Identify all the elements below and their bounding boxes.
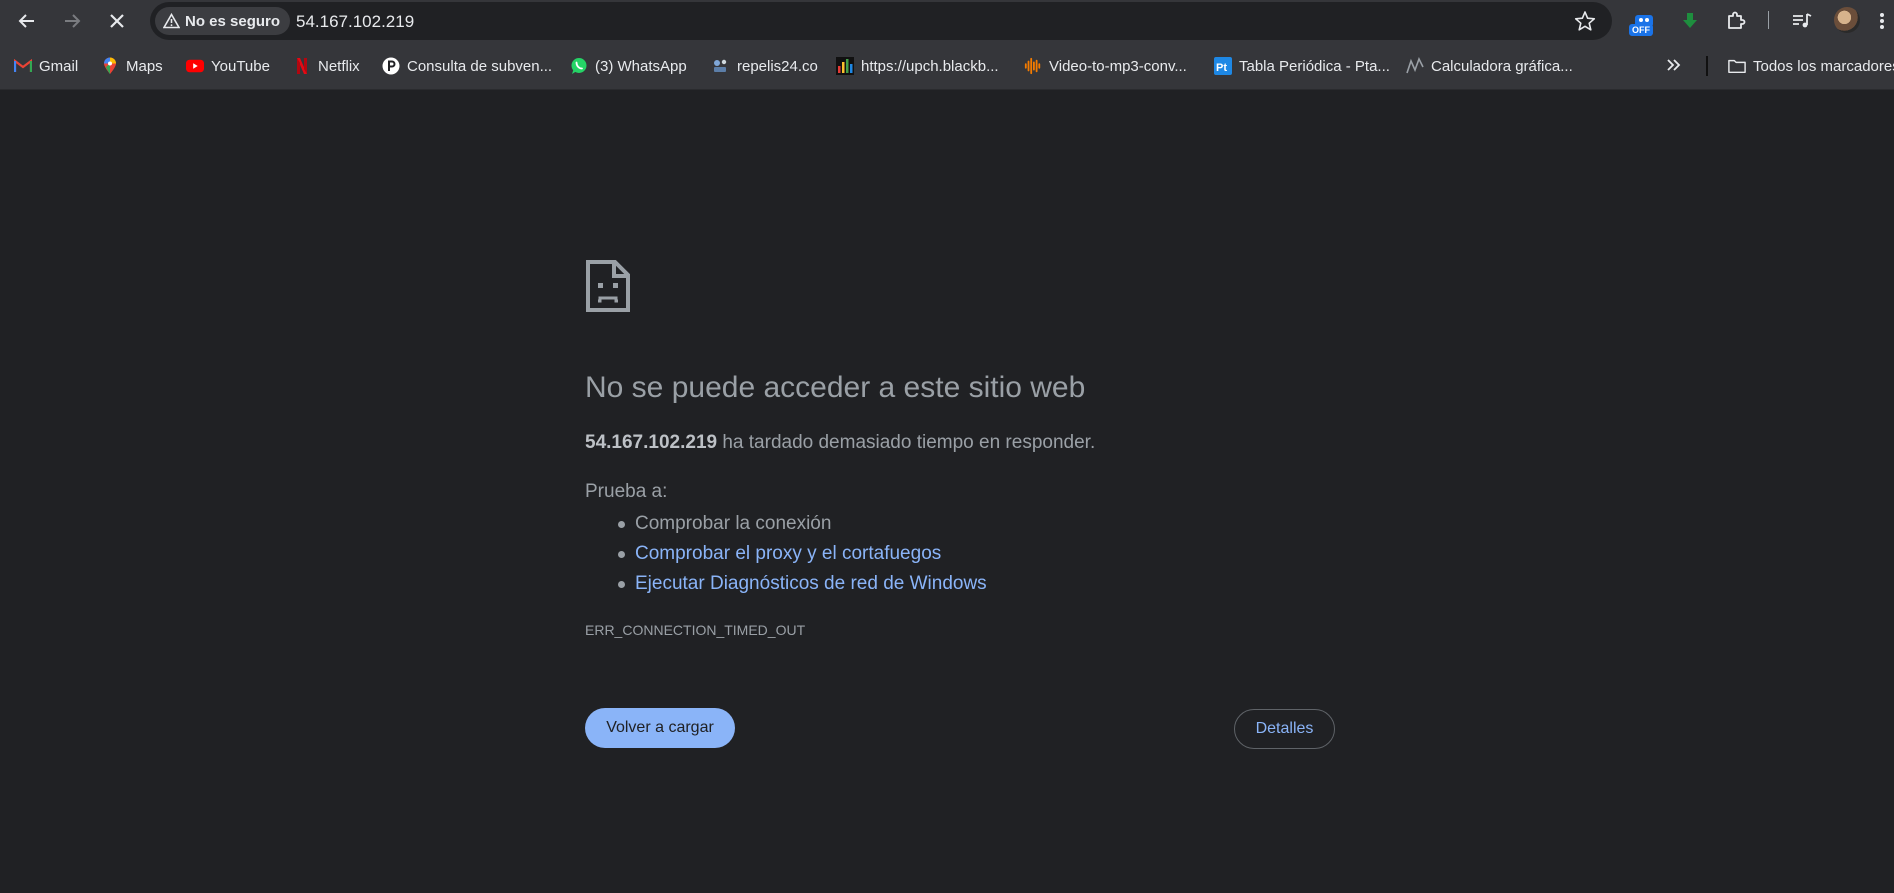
bookmarks-bar: Gmail Maps YouTube Netflix Consulta de s…: [0, 42, 1894, 90]
security-chip[interactable]: No es seguro: [155, 7, 291, 35]
error-summary: 54.167.102.219 ha tardado demasiado tiem…: [585, 432, 1095, 454]
bookmark-label: Consulta de subven...: [407, 57, 553, 75]
bookmark-video-to-mp3[interactable]: Video-to-mp3-conv...: [1024, 54, 1187, 78]
profile-avatar[interactable]: [1834, 7, 1860, 33]
toolbar-divider: [1768, 11, 1769, 29]
bookmark-consulta[interactable]: Consulta de subven...: [382, 54, 552, 78]
maps-icon: [101, 57, 119, 75]
details-button[interactable]: Detalles: [1234, 709, 1335, 749]
error-code: ERR_CONNECTION_TIMED_OUT: [585, 622, 806, 638]
bookmark-calculadora[interactable]: Calculadora gráfica...: [1406, 54, 1573, 78]
extensions-button[interactable]: [1721, 6, 1751, 36]
warning-triangle-icon: [163, 13, 180, 29]
bookmark-whatsapp[interactable]: (3) WhatsApp: [570, 54, 687, 78]
error-summary-text: ha tardado demasiado tiempo en responder…: [717, 432, 1096, 453]
reload-button[interactable]: Volver a cargar: [585, 708, 735, 748]
bookmark-blackboard[interactable]: https://upch.blackb...: [836, 54, 999, 78]
bookmark-label: (3) WhatsApp: [595, 57, 687, 75]
bookmark-gmail[interactable]: Gmail: [14, 54, 78, 78]
menu-button[interactable]: [1872, 6, 1892, 36]
bookmark-label: Video-to-mp3-conv...: [1049, 57, 1187, 75]
extension-off-button[interactable]: OFF: [1629, 6, 1659, 36]
p-circle-icon: [382, 57, 400, 75]
double-chevron-right-icon: [1667, 59, 1681, 71]
youtube-icon: [186, 57, 204, 75]
bookmark-repelis[interactable]: repelis24.co: [712, 54, 818, 78]
download-arrow-icon: [1683, 13, 1697, 28]
download-extension-button[interactable]: [1675, 6, 1705, 36]
bookmark-star-button[interactable]: [1572, 8, 1598, 34]
suggestion-network-diagnostics-link[interactable]: Ejecutar Diagnósticos de red de Windows: [618, 569, 987, 599]
bookmark-label: Maps: [126, 57, 163, 75]
bookmark-label: YouTube: [211, 57, 270, 75]
url-text[interactable]: 54.167.102.219: [296, 12, 414, 32]
suggestion-check-connection: Comprobar la conexión: [618, 509, 987, 539]
bookmark-label: https://upch.blackb...: [861, 57, 999, 75]
error-title: No se puede acceder a este sitio web: [585, 371, 1086, 404]
netflix-icon: [293, 57, 311, 75]
all-bookmarks-folder[interactable]: Todos los marcadores: [1728, 54, 1894, 78]
extension-off-badge: OFF: [1629, 24, 1653, 36]
bookmark-label: Tabla Periódica - Pta...: [1239, 57, 1390, 75]
bookmark-label: Gmail: [39, 57, 79, 75]
graph-icon: [1406, 57, 1424, 75]
browser-toolbar: No es seguro 54.167.102.219 OFF: [0, 0, 1894, 42]
close-icon: [110, 14, 124, 28]
puzzle-icon: [1728, 11, 1746, 29]
folder-icon: [1728, 57, 1746, 75]
try-label: Prueba a:: [585, 481, 668, 502]
svg-text:Pt: Pt: [1216, 62, 1227, 74]
ptable-icon: Pt: [1214, 57, 1232, 75]
gmail-icon: [14, 57, 32, 75]
whatsapp-icon: [570, 57, 588, 75]
sad-document-icon: [586, 260, 630, 312]
bookmark-maps[interactable]: Maps: [101, 54, 163, 78]
forward-button[interactable]: [55, 4, 89, 38]
stop-loading-button[interactable]: [100, 4, 134, 38]
bookmark-label: repelis24.co: [737, 57, 818, 75]
audio-wave-icon: [1024, 57, 1042, 75]
media-control-button[interactable]: [1787, 6, 1817, 36]
bookmark-youtube[interactable]: YouTube: [186, 54, 270, 78]
kebab-menu-icon: [1880, 13, 1884, 29]
back-button[interactable]: [10, 4, 44, 38]
bookmark-tabla-periodica[interactable]: Pt Tabla Periódica - Pta...: [1214, 54, 1390, 78]
bookmarks-overflow-button[interactable]: [1666, 56, 1682, 79]
security-label: No es seguro: [185, 12, 281, 30]
bookmarks-divider: [1706, 56, 1708, 76]
blackboard-icon: [836, 57, 854, 75]
error-page: No se puede acceder a este sitio web 54.…: [0, 91, 1894, 893]
error-host: 54.167.102.219: [585, 432, 718, 453]
bookmark-netflix[interactable]: Netflix: [293, 54, 360, 78]
folder-label: Todos los marcadores: [1753, 57, 1894, 75]
arrow-right-icon: [65, 14, 81, 28]
bookmark-label: Calculadora gráfica...: [1431, 57, 1573, 75]
bookmark-label: Netflix: [318, 57, 360, 75]
repelis-icon: [712, 57, 730, 75]
arrow-left-icon: [18, 14, 34, 28]
address-bar[interactable]: No es seguro 54.167.102.219: [150, 2, 1612, 40]
star-icon: [1574, 11, 1596, 31]
playlist-music-icon: [1793, 13, 1812, 28]
suggestions-list: Comprobar la conexión Comprobar el proxy…: [618, 509, 987, 599]
suggestion-check-proxy-link[interactable]: Comprobar el proxy y el cortafuegos: [618, 539, 987, 569]
